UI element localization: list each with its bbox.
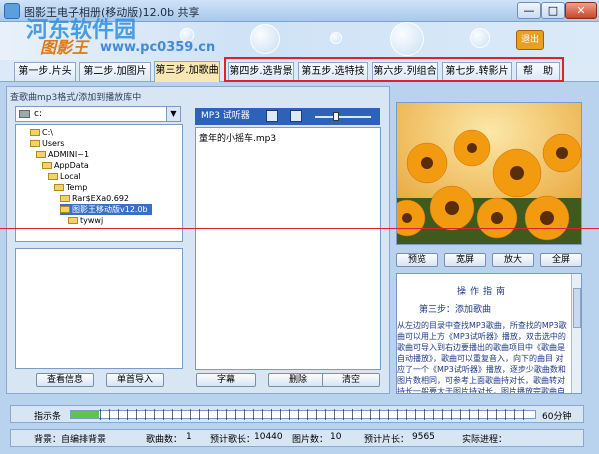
status-est-song-label: 预计歌长： <box>210 435 256 445</box>
tab-step3[interactable]: 第三步.加歌曲 <box>154 61 220 82</box>
bubble-decoration <box>330 32 342 44</box>
folder-icon <box>30 140 40 147</box>
bubble-decoration <box>250 24 280 54</box>
annotation-line <box>0 228 599 229</box>
status-songs-value: 1 <box>186 432 192 442</box>
scroll-thumb[interactable] <box>573 288 581 328</box>
stop-icon[interactable] <box>266 110 278 122</box>
status-actual-progress: 实际进程： <box>462 435 508 445</box>
drive-icon <box>19 110 30 118</box>
widescreen-button[interactable]: 宽屏 <box>444 253 486 267</box>
view-info-button[interactable]: 查看信息 <box>36 373 94 387</box>
clear-button[interactable]: 清空 <box>322 373 380 387</box>
folder-icon <box>42 162 52 169</box>
tree-item-selected[interactable]: 图影王移动版v12.0b <box>60 204 152 215</box>
file-list[interactable] <box>15 248 183 369</box>
import-single-button[interactable]: 单首导入 <box>106 373 164 387</box>
drive-select[interactable]: c: ▼ <box>15 106 181 122</box>
folder-icon <box>54 184 64 191</box>
folder-icon <box>30 129 40 136</box>
zoom-button[interactable]: 放大 <box>492 253 534 267</box>
folder-icon <box>60 195 70 202</box>
minimize-button[interactable]: — <box>517 2 541 19</box>
tab-step1[interactable]: 第一步.片头 <box>14 62 76 81</box>
tree-item[interactable]: tywwj <box>68 215 103 226</box>
preview-button[interactable]: 预览 <box>396 253 438 267</box>
bubble-decoration <box>390 22 424 56</box>
app-icon <box>4 3 20 19</box>
status-est-photo-value: 9565 <box>412 432 435 442</box>
status-photos-label: 图片数： <box>292 435 329 445</box>
fullscreen-button[interactable]: 全屏 <box>540 253 582 267</box>
tree-item[interactable]: ADMINI~1 <box>36 149 89 160</box>
tree-item[interactable]: C:\ <box>30 127 53 138</box>
status-background: 背景：自编排背景 <box>34 435 107 445</box>
tree-item[interactable]: Rar$EXa0.692 <box>60 193 129 204</box>
guide-scrollbar[interactable] <box>571 274 581 393</box>
guide-subtitle: 第三步：添加歌曲 <box>419 305 492 315</box>
close-button[interactable]: ✕ <box>565 2 597 19</box>
folder-icon <box>68 217 78 224</box>
player-label: MP3 试听器 <box>201 111 250 121</box>
volume-slider[interactable] <box>333 112 339 121</box>
delete-button[interactable]: 删除 <box>268 373 328 387</box>
indicator-ticks <box>100 409 530 420</box>
guide-title: 操作指南 <box>456 287 509 297</box>
status-songs-label: 歌曲数： <box>146 435 183 445</box>
folder-icon <box>36 151 46 158</box>
folder-tree[interactable]: C:\ Users ADMINI~1 AppData Local Temp Ra… <box>15 124 183 242</box>
status-est-photo-label: 预计片长： <box>364 435 410 445</box>
maximize-button[interactable]: □ <box>541 2 565 19</box>
tree-item[interactable]: Users <box>30 138 64 149</box>
list-item[interactable]: 童年的小摇车.mp3 <box>199 131 276 144</box>
drive-value: c: <box>34 109 42 119</box>
exit-button[interactable]: 退出 <box>516 30 544 50</box>
tab-step2[interactable]: 第二步.加图片 <box>79 62 151 81</box>
tree-item[interactable]: Local <box>48 171 81 182</box>
play-icon[interactable] <box>290 110 302 122</box>
subtitle-button[interactable]: 字幕 <box>196 373 256 387</box>
tree-item[interactable]: AppData <box>42 160 89 171</box>
watermark-url: www.pc0359.cn <box>100 40 216 55</box>
guide-body: 从左边的目录中查找MP3歌曲，所查找的MP3歌曲可以用上方《MP3试听器》播放，… <box>397 321 567 394</box>
indicator-end-label: 60分钟 <box>542 412 572 422</box>
tree-item[interactable]: Temp <box>54 182 87 193</box>
indicator-fill <box>71 411 99 418</box>
guide-panel: 操作指南 第三步：添加歌曲 从左边的目录中查找MP3歌曲，所查找的MP3歌曲可以… <box>396 273 582 394</box>
folder-icon <box>48 173 58 180</box>
preview-image <box>396 102 582 245</box>
status-photos-value: 10 <box>330 432 342 442</box>
bubble-decoration <box>470 28 490 48</box>
indicator-label: 指示条 <box>34 412 62 422</box>
chevron-down-icon[interactable]: ▼ <box>166 107 180 121</box>
highlight-frame <box>224 57 564 82</box>
song-list[interactable]: 童年的小摇车.mp3 <box>195 127 381 370</box>
panel-label: 查歌曲mp3格式/添加到播放库中 <box>10 93 142 103</box>
volume-track[interactable] <box>315 116 371 118</box>
folder-open-icon <box>60 206 70 213</box>
flower-photo <box>397 103 581 244</box>
status-est-song-value: 10440 <box>254 432 283 442</box>
